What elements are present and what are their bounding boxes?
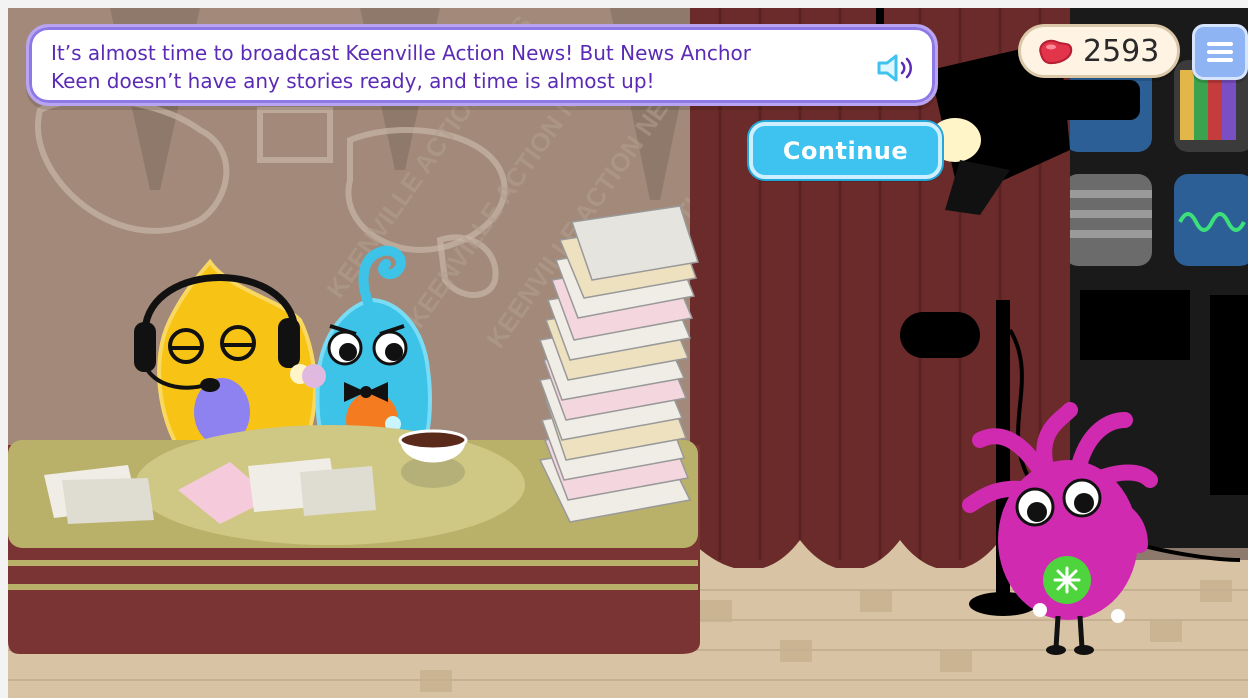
jellybean-icon — [1039, 39, 1073, 65]
game-stage: KEENVILLE ACTION NEWS KEENVILLE ACTION N… — [0, 0, 1248, 698]
bean-count: 2593 — [1083, 33, 1160, 69]
dialog-line-2: Keen doesn’t have any stories ready, and… — [51, 69, 655, 93]
bean-counter: 2593 — [1018, 24, 1180, 78]
dialog-line-1: It’s almost time to broadcast Keenville … — [51, 41, 752, 65]
menu-button[interactable] — [1192, 24, 1248, 80]
continue-button[interactable]: Continue — [749, 122, 942, 179]
narration-dialog: It’s almost time to broadcast Keenville … — [26, 24, 938, 106]
hamburger-icon — [1207, 42, 1233, 62]
speaker-icon[interactable] — [875, 51, 921, 85]
